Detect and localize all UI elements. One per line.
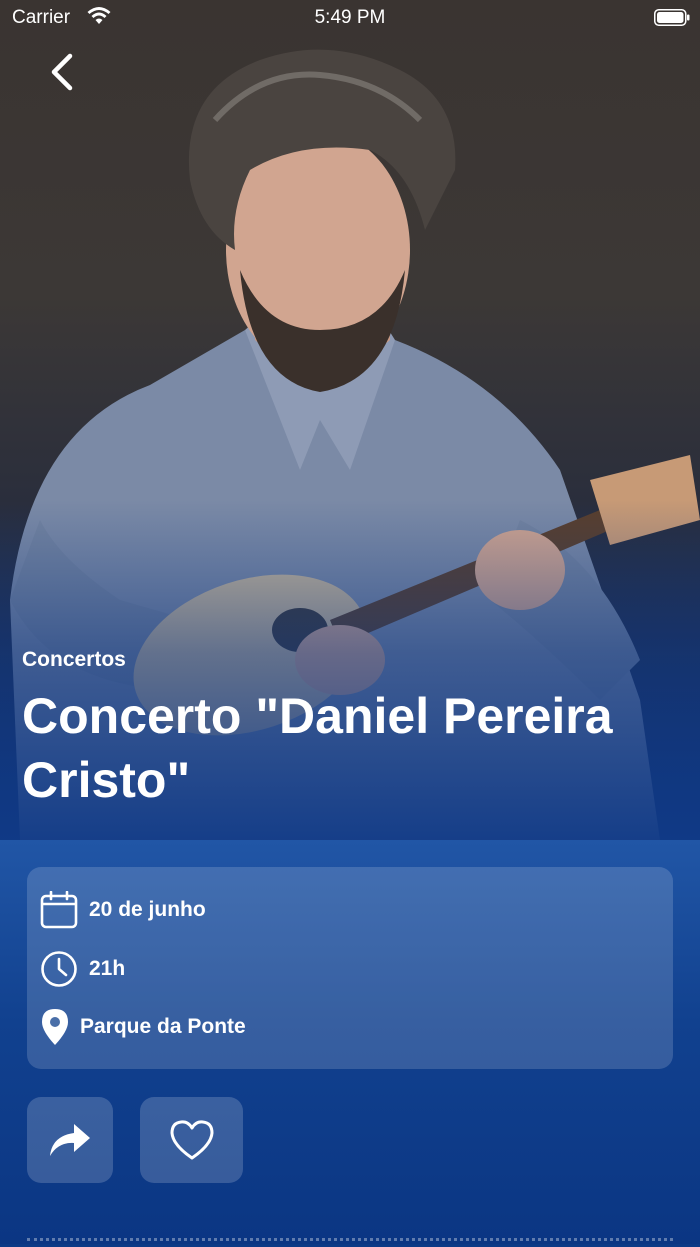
event-date: 20 de junho [89, 898, 206, 921]
clock-icon [41, 951, 77, 987]
share-button[interactable] [27, 1097, 113, 1183]
favorite-button[interactable] [140, 1097, 243, 1183]
back-button[interactable] [38, 48, 86, 96]
time-row: 21h [40, 949, 125, 989]
description-preview [27, 1238, 673, 1247]
event-time: 21h [89, 957, 126, 980]
status-time: 5:49 PM [314, 7, 386, 28]
heart-icon [170, 1120, 213, 1160]
location-row: Parque da Ponte [40, 1007, 246, 1047]
share-icon [50, 1124, 90, 1156]
status-bar: Carrier 5:49 PM [0, 0, 700, 40]
event-category: Concertos [22, 648, 126, 671]
location-pin-icon [42, 1009, 68, 1045]
event-title: Concerto "Daniel Pereira Cristo" [22, 688, 613, 808]
battery-icon [654, 9, 690, 26]
chevron-left-icon [51, 53, 73, 91]
date-row: 20 de junho [40, 890, 206, 930]
calendar-icon [40, 891, 78, 929]
event-location: Parque da Ponte [80, 1015, 246, 1038]
